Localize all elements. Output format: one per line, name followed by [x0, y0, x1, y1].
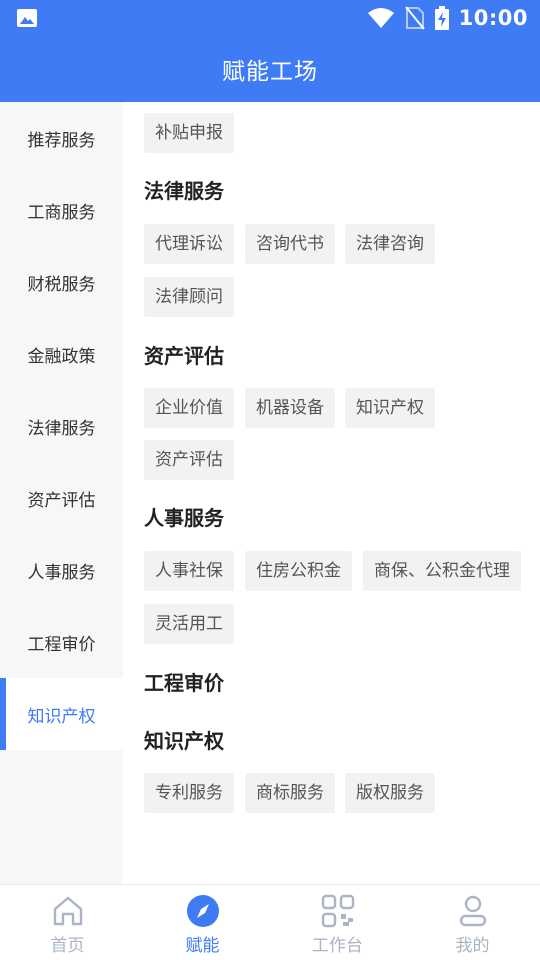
- service-tag[interactable]: 商保、公积金代理: [363, 551, 521, 591]
- service-tag[interactable]: 版权服务: [345, 773, 435, 813]
- image-icon: [17, 9, 37, 27]
- compass-icon: [185, 893, 221, 929]
- nav-label: 我的: [455, 936, 490, 956]
- home-icon: [50, 893, 86, 929]
- section-title: 知识产权: [144, 729, 224, 753]
- bottom-nav: 首页 赋能 工作台 我的: [0, 884, 540, 960]
- clock: 10:00: [458, 6, 528, 30]
- service-tag[interactable]: 知识产权: [345, 388, 435, 428]
- service-tag[interactable]: 法律咨询: [345, 224, 435, 264]
- nav-label: 首页: [50, 936, 85, 956]
- sidebar-item-legal[interactable]: 法律服务: [0, 390, 123, 462]
- service-content: 补贴申报 法律服务 代理诉讼 咨询代书 法律咨询 法律顾问 资产评估 企业价值 …: [123, 102, 540, 884]
- sidebar-item-business[interactable]: 工商服务: [0, 174, 123, 246]
- category-sidebar: 推荐服务 工商服务 财税服务 金融政策 法律服务 资产评估 人事服务 工程审价 …: [0, 102, 123, 884]
- nav-workbench[interactable]: 工作台: [270, 885, 405, 960]
- nav-label: 赋能: [185, 936, 220, 956]
- service-tag[interactable]: 资产评估: [144, 440, 234, 480]
- nav-empower[interactable]: 赋能: [135, 885, 270, 960]
- sidebar-item-asset[interactable]: 资产评估: [0, 462, 123, 534]
- battery-charging-icon: [434, 6, 449, 30]
- sidebar-item-hr[interactable]: 人事服务: [0, 534, 123, 606]
- service-tag[interactable]: 专利服务: [144, 773, 234, 813]
- service-tag[interactable]: 住房公积金: [245, 551, 352, 591]
- status-bar: 10:00: [0, 0, 540, 36]
- service-tag[interactable]: 法律顾问: [144, 277, 234, 317]
- sidebar-item-finance[interactable]: 金融政策: [0, 318, 123, 390]
- service-tag[interactable]: 人事社保: [144, 551, 234, 591]
- sidebar-item-engineering[interactable]: 工程审价: [0, 606, 123, 678]
- nav-home[interactable]: 首页: [0, 885, 135, 960]
- wifi-icon: [367, 8, 394, 28]
- service-tag[interactable]: 补贴申报: [144, 113, 234, 153]
- service-tag[interactable]: 灵活用工: [144, 604, 234, 644]
- service-tag[interactable]: 咨询代书: [245, 224, 335, 264]
- nav-mine[interactable]: 我的: [405, 885, 540, 960]
- sidebar-item-recommended[interactable]: 推荐服务: [0, 102, 123, 174]
- user-icon: [455, 893, 491, 929]
- title-bar: 赋能工场: [0, 36, 540, 102]
- section-title: 资产评估: [144, 344, 224, 368]
- page-title: 赋能工场: [222, 59, 318, 85]
- section-title: 工程审价: [144, 671, 224, 695]
- nav-label: 工作台: [312, 936, 363, 956]
- sidebar-item-tax[interactable]: 财税服务: [0, 246, 123, 318]
- service-tag[interactable]: 机器设备: [245, 388, 335, 428]
- section-title: 法律服务: [144, 179, 224, 203]
- no-sim-icon: [404, 6, 425, 30]
- section-title: 人事服务: [144, 506, 224, 530]
- service-tag[interactable]: 商标服务: [245, 773, 335, 813]
- service-tag[interactable]: 企业价值: [144, 388, 234, 428]
- service-tag[interactable]: 代理诉讼: [144, 224, 234, 264]
- qr-grid-icon: [320, 893, 356, 929]
- sidebar-item-ip[interactable]: 知识产权: [0, 678, 123, 750]
